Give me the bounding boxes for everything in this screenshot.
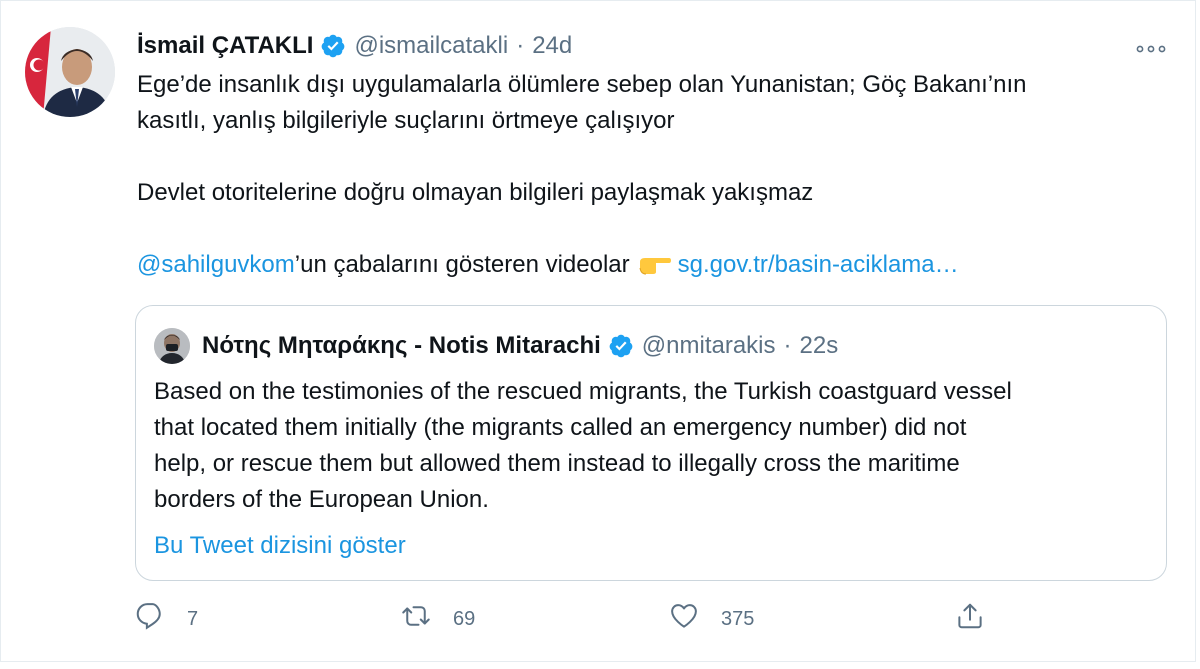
tweet-text-line: kasıtlı, yanlış bilgileriyle suçlarını ö… xyxy=(137,107,675,134)
tweet-text-line-with-link: @sahilguvkom’un çabalarını gösteren vide… xyxy=(137,247,1167,283)
quoted-author-name: Νότης Μηταράκης - Notis Mitarachi xyxy=(202,332,601,359)
reply-icon xyxy=(135,601,165,637)
tweet-header: İsmail ÇATAKLI @ismailcatakli · 24d xyxy=(137,27,1167,65)
quoted-text-line: Based on the testimonies of the rescued … xyxy=(154,378,1012,405)
quoted-tweet-header: Νότης Μηταράκης - Notis Mitarachi @nmita… xyxy=(154,328,838,364)
quoted-text-line: help, or rescue them but allowed them in… xyxy=(154,450,960,477)
retweet-button[interactable]: 69 xyxy=(401,599,475,639)
more-dots-icon[interactable] xyxy=(1131,39,1171,59)
retweet-count: 69 xyxy=(453,607,476,630)
verified-badge-icon xyxy=(608,333,634,359)
header-separator: · xyxy=(516,32,525,59)
share-button[interactable] xyxy=(955,599,985,639)
show-thread-link[interactable]: Bu Tweet dizisini göster xyxy=(154,532,406,560)
author-avatar-image xyxy=(25,27,115,117)
quoted-tweet-text: Based on the testimonies of the rescued … xyxy=(154,374,1012,518)
tweet-text-segment: ’un çabalarını gösteren videolar xyxy=(294,251,630,278)
mention-link[interactable]: @sahilguvkom xyxy=(137,251,295,278)
tweet-text-line: Devlet otoritelerine doğru olmayan bilgi… xyxy=(137,179,814,206)
external-link[interactable]: sg.gov.tr/basin-aciklama… xyxy=(678,251,959,278)
tweet-content: İsmail ÇATAKLI @ismailcatakli · 24d Ege’… xyxy=(137,27,1167,283)
tweet-text-line: Ege’de insanlık dışı uygulamalarla ölüml… xyxy=(137,71,1027,98)
pointing-hand-emoji xyxy=(638,250,672,276)
quoted-text-line: that located them initially (the migrant… xyxy=(154,414,967,441)
tweet-actions: 7 69 375 xyxy=(135,599,995,639)
tweet-time[interactable]: 24d xyxy=(532,32,572,60)
quoted-author-avatar xyxy=(154,328,190,364)
tweet-text: Ege’de insanlık dışı uygulamalarla ölüml… xyxy=(137,67,1167,283)
like-count: 375 xyxy=(721,607,755,630)
quoted-tweet-time: 22s xyxy=(799,332,839,359)
reply-button[interactable]: 7 xyxy=(135,599,198,639)
retweet-icon xyxy=(401,601,431,637)
author-name[interactable]: İsmail ÇATAKLI xyxy=(137,32,313,60)
author-avatar[interactable] xyxy=(25,27,115,117)
share-icon xyxy=(955,601,985,637)
author-handle[interactable]: @ismailcatakli xyxy=(354,32,508,60)
quoted-text-line: borders of the European Union. xyxy=(154,486,489,513)
tweet-card[interactable]: İsmail ÇATAKLI @ismailcatakli · 24d Ege’… xyxy=(0,0,1196,662)
quoted-author-handle: @nmitarakis xyxy=(641,332,776,359)
quoted-tweet[interactable]: Νότης Μηταράκης - Notis Mitarachi @nmita… xyxy=(135,305,1167,581)
verified-badge-icon xyxy=(320,33,346,59)
heart-icon xyxy=(669,601,699,637)
header-separator: · xyxy=(783,332,792,359)
reply-count: 7 xyxy=(187,607,199,630)
like-button[interactable]: 375 xyxy=(669,599,754,639)
